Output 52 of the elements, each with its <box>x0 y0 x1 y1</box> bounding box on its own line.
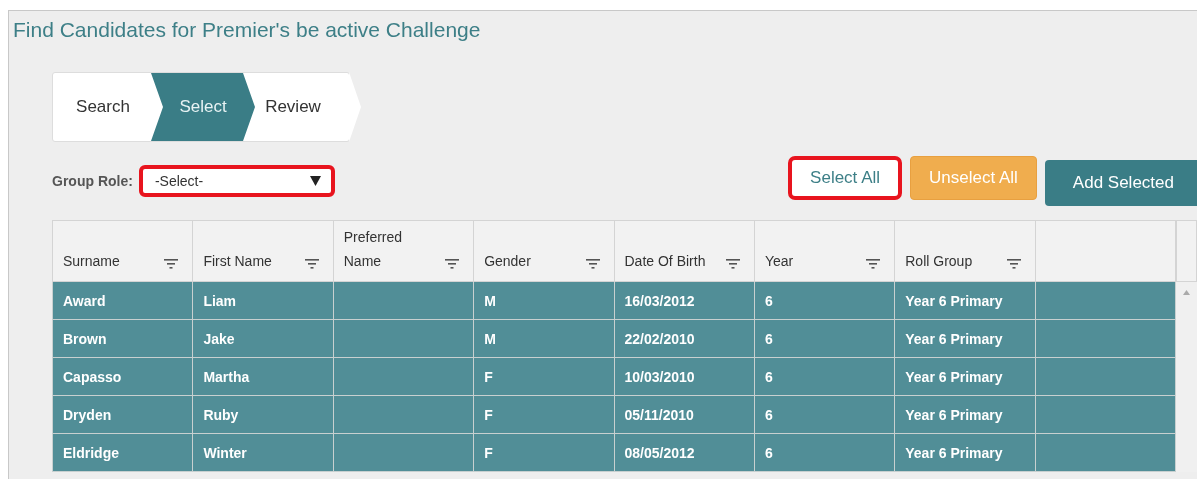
table-cell: Year 6 Primary <box>894 395 1036 434</box>
table-cell: 6 <box>754 357 895 396</box>
wizard-step[interactable]: Search <box>53 73 153 141</box>
table-cell: Year 6 Primary <box>894 357 1036 396</box>
group-role-label: Group Role: <box>52 173 133 189</box>
filter-icon[interactable] <box>1006 259 1021 269</box>
table-cell: F <box>473 433 614 472</box>
table-cell: 10/03/2010 <box>614 357 755 396</box>
table-cell: M <box>473 319 614 358</box>
filter-icon[interactable] <box>585 259 600 269</box>
table-cell: Year 6 Primary <box>894 433 1036 472</box>
table-cell: F <box>473 357 614 396</box>
column-label: First Name <box>203 252 273 271</box>
table-cell: 6 <box>754 395 895 434</box>
group-role-select[interactable]: -Select- <box>138 165 335 197</box>
table-cell: 22/02/2010 <box>614 319 755 358</box>
table-cell: M <box>473 281 614 320</box>
table-cell: Jake <box>192 319 334 358</box>
select-all-button[interactable]: Select All <box>788 156 903 200</box>
table-cell: 16/03/2012 <box>614 281 755 320</box>
filter-icon[interactable] <box>445 259 460 269</box>
table-cell: Eldridge <box>52 433 193 472</box>
caret-icon <box>309 176 321 186</box>
table-cell: Martha <box>192 357 334 396</box>
column-label: Year <box>764 252 795 271</box>
filter-icon[interactable] <box>866 259 881 269</box>
table-cell: 6 <box>754 319 895 358</box>
table-cell: 6 <box>754 433 895 472</box>
wizard-step[interactable]: Select <box>151 73 255 141</box>
column-label: Surname <box>63 252 121 271</box>
table-cell: Liam <box>192 281 334 320</box>
table-cell: Year 6 Primary <box>894 319 1036 358</box>
column-label: Gender <box>484 252 532 271</box>
table-cell: Ruby <box>192 395 334 434</box>
column-label: Roll Group <box>905 252 974 271</box>
table-cell: Dryden <box>52 395 193 434</box>
table-cell: Year 6 Primary <box>894 281 1036 320</box>
table-cell: F <box>473 395 614 434</box>
table-cell: Award <box>52 281 193 320</box>
table-cell: 08/05/2012 <box>614 433 755 472</box>
column-label: Preferred Name <box>343 228 404 271</box>
table-cell: 05/11/2010 <box>614 395 755 434</box>
table-cell: Brown <box>52 319 193 358</box>
column-label: Date Of Birth <box>624 252 707 271</box>
table-cell: Winter <box>192 433 334 472</box>
table-cell: 6 <box>754 281 895 320</box>
table-cell: Capasso <box>52 357 193 396</box>
filter-icon[interactable] <box>164 259 179 269</box>
filter-icon[interactable] <box>725 259 740 269</box>
add-button[interactable]: Add Selected <box>1044 160 1197 206</box>
filter-icon[interactable] <box>304 259 319 269</box>
page-title: Find Candidates for Premier's be active Challenge <box>13 17 482 43</box>
